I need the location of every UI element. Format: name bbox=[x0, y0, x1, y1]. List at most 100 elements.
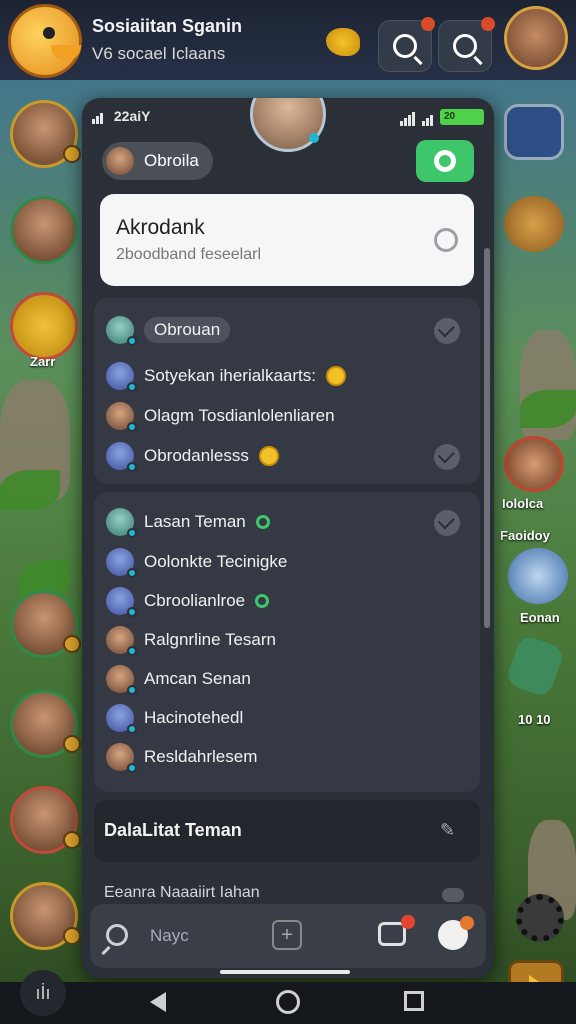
chat-icon[interactable] bbox=[434, 318, 460, 344]
notification-badge bbox=[421, 17, 435, 31]
home-icon[interactable] bbox=[276, 990, 300, 1014]
notification-badge bbox=[460, 916, 474, 930]
status-dot bbox=[63, 635, 81, 653]
search-field-title: Akrodank bbox=[116, 216, 205, 239]
chat-icon[interactable] bbox=[434, 510, 460, 536]
friends-panel: 22aiY 20 Obroila Akrodank 2boodband fese… bbox=[82, 98, 494, 978]
chat-icon[interactable] bbox=[434, 444, 460, 470]
battery-icon: 20 bbox=[440, 109, 484, 125]
smiley-icon bbox=[258, 446, 279, 466]
friend-name: Sotyekan iherialkaarts: bbox=[144, 366, 316, 385]
list-item[interactable]: Amcan Senan bbox=[106, 663, 468, 695]
right-label: Iololca bbox=[502, 496, 544, 511]
friend-avatar bbox=[106, 508, 137, 538]
friend-avatar bbox=[106, 402, 137, 432]
search-field[interactable]: Akrodank 2boodband feseelarl bbox=[100, 194, 474, 286]
search-icon bbox=[453, 34, 477, 58]
side-friend-avatar[interactable] bbox=[10, 196, 78, 264]
right-item-gift[interactable] bbox=[504, 104, 564, 160]
status-time: 22aiY bbox=[113, 108, 151, 124]
home-indicator bbox=[220, 970, 350, 974]
friend-name: Hacinotehedl bbox=[144, 708, 244, 727]
right-item-pot[interactable] bbox=[504, 196, 564, 252]
game-subtitle: V6 socael Iclaans bbox=[92, 44, 226, 63]
right-friend-avatar[interactable] bbox=[504, 436, 564, 492]
system-navigation-bar: ıİı bbox=[0, 970, 576, 1024]
equalizer-icon[interactable]: ıİı bbox=[20, 970, 66, 1016]
list-item[interactable]: Obrouan bbox=[106, 314, 468, 346]
list-item[interactable]: Ralgnrline Tesarn bbox=[106, 624, 468, 656]
friend-name: Resldahrlesem bbox=[144, 747, 258, 766]
back-icon[interactable] bbox=[150, 992, 166, 1012]
friend-list-bar[interactable]: DalaLitat Teman ✎ bbox=[94, 800, 480, 862]
list-item[interactable]: Resldahrlesem bbox=[106, 741, 468, 773]
notification-badge bbox=[401, 915, 415, 929]
side-friend-avatar[interactable] bbox=[10, 690, 81, 758]
friend-name: Amcan Senan bbox=[144, 669, 251, 688]
scrollbar[interactable] bbox=[484, 248, 490, 628]
player-avatar[interactable] bbox=[504, 6, 568, 70]
notifications-button[interactable] bbox=[438, 916, 474, 950]
add-friend-button[interactable]: + bbox=[272, 920, 302, 950]
game-top-bar: Sosiaiitan Sganin V6 socael Iclaans bbox=[0, 0, 576, 80]
side-friend-avatar[interactable] bbox=[10, 590, 81, 658]
game-title: Sosiaiitan Sganin bbox=[92, 16, 243, 36]
edit-icon[interactable]: ✎ bbox=[440, 820, 464, 842]
profile-avatar bbox=[106, 147, 134, 175]
status-bar-right: 20 bbox=[400, 108, 484, 126]
background-leaf bbox=[520, 390, 576, 428]
online-status-icon bbox=[255, 515, 270, 529]
list-item[interactable]: Oolonkte Tecinigke bbox=[106, 546, 468, 578]
panel-bottom-nav: Nayc + bbox=[90, 904, 486, 968]
friend-avatar bbox=[106, 587, 137, 617]
profile-chip[interactable]: Obroila bbox=[102, 142, 213, 180]
signal-icon bbox=[400, 108, 416, 126]
friend-name: Olagm Tosdianlolenliaren bbox=[144, 406, 335, 425]
status-dot bbox=[63, 831, 81, 849]
right-item-kite[interactable] bbox=[504, 633, 566, 699]
list-item[interactable]: Cbroolianlroe bbox=[106, 585, 468, 617]
side-reward-avatar[interactable] bbox=[10, 292, 78, 360]
status-dot bbox=[63, 735, 81, 753]
friend-avatar bbox=[106, 665, 137, 695]
list-item[interactable]: Olagm Tosdianlolenliaren bbox=[106, 400, 468, 432]
list-item[interactable]: Sotyekan iherialkaarts: bbox=[106, 360, 468, 392]
search-icon[interactable] bbox=[106, 924, 128, 946]
list-item[interactable]: Hacinotehedl bbox=[106, 702, 468, 734]
notification-badge bbox=[481, 17, 495, 31]
messages-button[interactable] bbox=[378, 915, 415, 946]
more-icon[interactable] bbox=[442, 888, 464, 902]
friend-avatar bbox=[106, 362, 137, 392]
friend-avatar bbox=[106, 548, 137, 578]
profile-name: Obroila bbox=[144, 151, 199, 170]
side-friend-avatar[interactable] bbox=[10, 100, 81, 168]
search-field-placeholder: 2boodband feseelarl bbox=[116, 246, 262, 263]
right-item-spiral[interactable] bbox=[508, 548, 568, 604]
search-friends-button[interactable] bbox=[438, 17, 495, 72]
settings-gear-icon[interactable] bbox=[516, 894, 564, 942]
search-option-icon[interactable] bbox=[434, 228, 458, 252]
side-friend-avatar[interactable] bbox=[10, 882, 81, 950]
friend-group-online: Obrouan Sotyekan iherialkaarts: Olagm To… bbox=[94, 298, 480, 484]
side-friend-avatar[interactable] bbox=[10, 786, 81, 854]
game-mascot-avatar[interactable] bbox=[8, 4, 82, 78]
friend-avatar bbox=[106, 626, 137, 656]
list-item[interactable]: Obrodanlesss bbox=[106, 440, 468, 472]
friend-name: Cbroolianlroe bbox=[144, 591, 246, 610]
smiley-icon bbox=[325, 366, 346, 386]
recent-apps-icon[interactable] bbox=[404, 991, 424, 1011]
right-label: Faoidoy bbox=[500, 528, 550, 543]
wifi-icon bbox=[422, 108, 434, 126]
search-button[interactable] bbox=[378, 17, 435, 72]
chat-toggle-button[interactable] bbox=[416, 140, 474, 182]
signal-icon bbox=[92, 108, 104, 124]
panel-user-avatar[interactable]: × bbox=[250, 98, 326, 152]
status-bar-left: 22aiY bbox=[92, 108, 150, 124]
list-item[interactable]: Lasan Teman bbox=[106, 506, 468, 538]
next-section-label: Eeanra Naaaiirt Iahan bbox=[104, 884, 260, 901]
friend-name: Ralgnrline Tesarn bbox=[144, 630, 276, 649]
friend-avatar bbox=[106, 442, 137, 472]
friend-name: Obrodanlesss bbox=[144, 446, 249, 465]
mascot-eye bbox=[43, 27, 55, 39]
nav-label: Nayc bbox=[150, 926, 189, 945]
